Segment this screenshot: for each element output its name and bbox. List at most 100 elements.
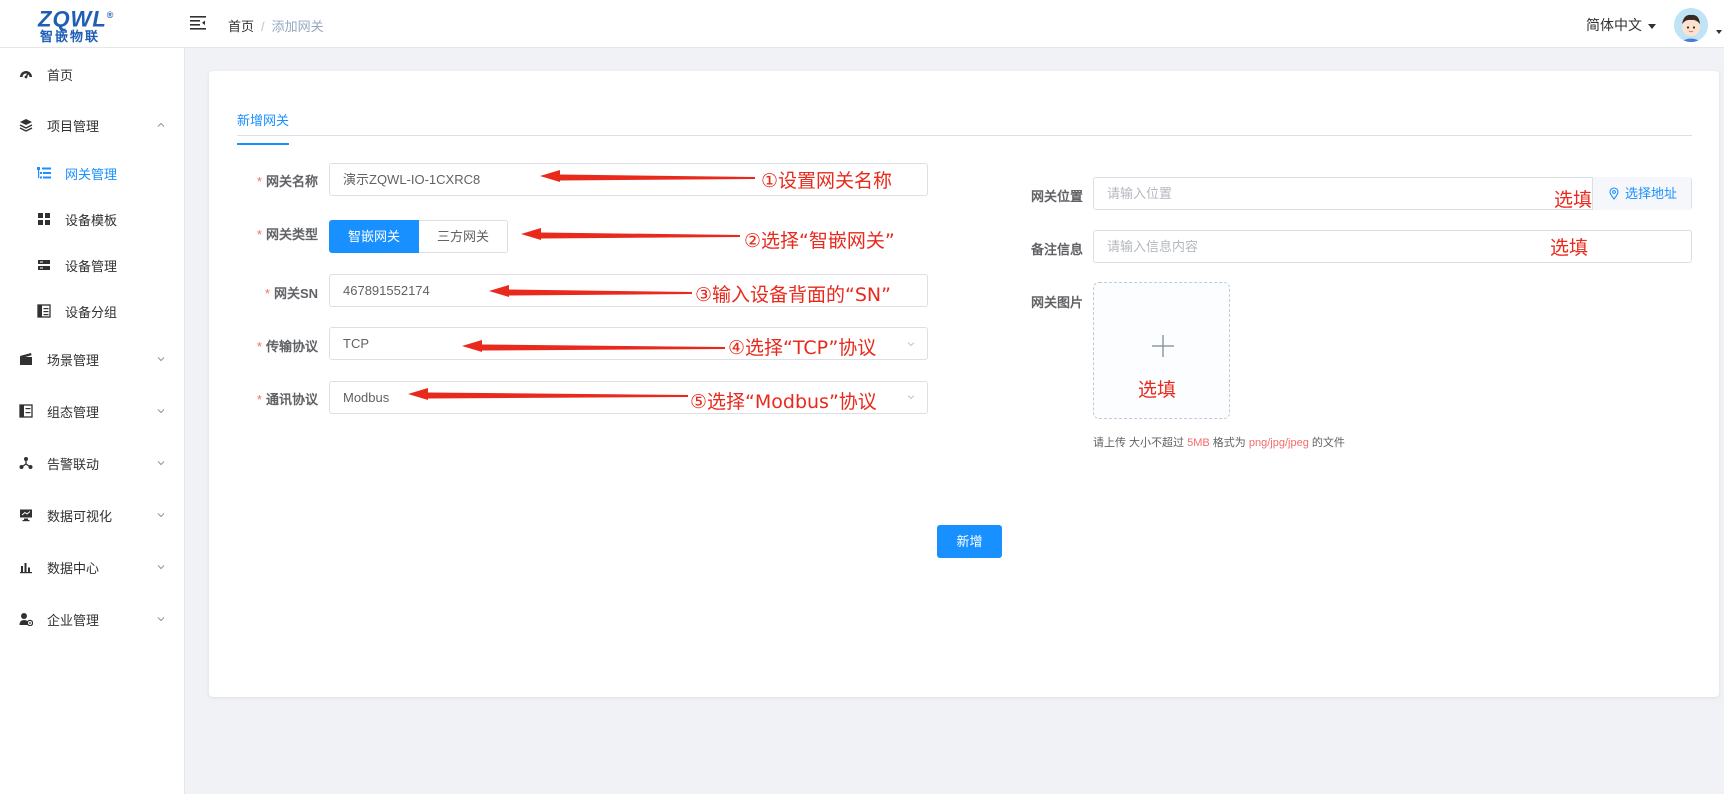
required-mark: * (256, 227, 262, 242)
sidebar-item-label: 数据可视化 (47, 508, 113, 524)
brand-logo[interactable]: ZQWL® 智嵌物联 (38, 4, 118, 44)
breadcrumb-current: 添加网关 (271, 19, 324, 34)
sidebar-item-device-group[interactable]: 设备分组 (0, 291, 185, 331)
gateway-sn-label-text: 网关SN (273, 286, 318, 301)
language-selector[interactable]: 简体中文 (1586, 15, 1656, 35)
sidebar-item-label: 企业管理 (47, 612, 100, 628)
required-mark: * (256, 339, 262, 354)
annotation-step-4: ④选择“TCP”协议 (728, 337, 877, 359)
annotation-step-2: ②选择“智嵌网关” (744, 230, 895, 252)
required-mark: * (256, 174, 262, 189)
language-label: 简体中文 (1586, 17, 1642, 33)
sidebar-item-label: 项目管理 (47, 118, 100, 134)
sidebar-item-visualization[interactable]: 数据可视化 (0, 495, 185, 535)
layers-icon (19, 119, 33, 132)
sidebar-item-gateway[interactable]: 网关管理 (0, 153, 185, 193)
chevron-down-icon (157, 617, 165, 622)
gateway-type-zqwl-button[interactable]: 智嵌网关 (329, 220, 419, 253)
logo-text: ZQWL (38, 6, 107, 32)
bar-chart-icon (20, 563, 32, 574)
remark-label: 备注信息 (1030, 242, 1083, 257)
server-icon (38, 260, 50, 270)
dashboard-icon (20, 71, 32, 79)
breadcrumb-home[interactable]: 首页 (228, 19, 254, 34)
sidebar-item-device[interactable]: 设备管理 (0, 245, 185, 285)
grid-icon (38, 213, 50, 225)
chevron-down-icon (157, 357, 165, 362)
sidebar-item-label: 设备模板 (65, 212, 118, 228)
sidebar-item-home[interactable]: 首页 (0, 54, 185, 94)
gateway-name-label: * 网关名称 (248, 171, 318, 190)
sidebar-item-project[interactable]: 项目管理 (0, 105, 185, 145)
comm-protocol-label: * 通讯协议 (248, 389, 318, 408)
sidebar-item-label: 组态管理 (47, 404, 100, 420)
sidebar-item-label: 网关管理 (65, 166, 118, 182)
sidebar-item-data-center[interactable]: 数据中心 (0, 547, 185, 587)
upload-formats: png/jpg/jpeg (1248, 437, 1309, 449)
sidebar-item-label: 首页 (47, 67, 74, 83)
chevron-up-icon (157, 122, 165, 127)
logo-subtitle: 智嵌物联 (40, 29, 101, 45)
list-tree-icon (37, 167, 51, 179)
chevron-down-icon[interactable] (907, 393, 915, 401)
required-mark: * (264, 286, 270, 301)
tab-add-gateway[interactable]: 新增网关 (237, 110, 290, 145)
breadcrumb: 首页 / 添加网关 (228, 16, 324, 35)
clapperboard-icon (20, 353, 32, 365)
avatar-caret-icon[interactable] (1716, 30, 1722, 34)
comm-protocol-label-text: 通讯协议 (265, 392, 318, 407)
annotation-step-1: ①设置网关名称 (761, 170, 893, 192)
annotation-optional-location: 选填 (1554, 189, 1593, 211)
remark-input[interactable]: 请输入信息内容 (1093, 230, 1692, 263)
breadcrumb-separator: / (261, 19, 265, 34)
top-header: ZQWL® 智嵌物联 首页 / 添加网关 简体中文 (0, 0, 1724, 48)
gateway-type-third-party-button[interactable]: 三方网关 (419, 220, 508, 253)
sidebar-item-label: 设备管理 (65, 258, 118, 274)
sidebar-item-label: 设备分组 (65, 304, 118, 320)
transport-protocol-label: * 传输协议 (248, 336, 318, 355)
annotation-optional-remark: 选填 (1550, 237, 1589, 259)
config-icon (19, 404, 33, 418)
annotation-step-5: ⑤选择“Modbus”协议 (690, 391, 877, 413)
annotation-optional-image: 选填 (1138, 379, 1177, 401)
gateway-name-label-text: 网关名称 (265, 174, 318, 189)
required-mark: * (256, 392, 262, 407)
gateway-location-label: 网关位置 (1030, 189, 1083, 204)
sidebar: 首页 项目管理 网关管理 设备模板 设备管理 设备分组 场景管理 组态管理 告警… (0, 48, 185, 794)
chevron-down-icon (157, 409, 165, 414)
avatar-face-icon (1674, 8, 1708, 42)
sidebar-item-label: 场景管理 (47, 352, 100, 368)
location-pin-icon (1609, 187, 1619, 200)
upload-tip-prefix: 请上传 大小不超过 (1093, 437, 1188, 449)
sidebar-item-scene[interactable]: 场景管理 (0, 339, 185, 379)
gateway-type-label: * 网关类型 (248, 224, 318, 243)
choose-address-button[interactable]: 选择地址 (1592, 177, 1691, 210)
gateway-sn-label: * 网关SN (248, 283, 318, 302)
sidebar-item-alarm[interactable]: 告警联动 (0, 443, 185, 483)
sidebar-item-label: 数据中心 (47, 560, 100, 576)
logo-registered-mark: ® (106, 10, 115, 20)
nodes-icon (19, 457, 33, 469)
gateway-type-label-text: 网关类型 (265, 227, 318, 242)
sidebar-item-label: 告警联动 (47, 456, 100, 472)
sidebar-item-enterprise[interactable]: 企业管理 (0, 599, 185, 639)
sidebar-item-configuration[interactable]: 组态管理 (0, 391, 185, 431)
upload-tip-mid: 格式为 (1209, 437, 1249, 449)
menu-toggle-icon[interactable] (190, 16, 206, 30)
chevron-down-icon (157, 461, 165, 466)
caret-down-icon (1648, 23, 1656, 29)
gateway-image-label: 网关图片 (1030, 295, 1083, 310)
user-gear-icon (19, 613, 33, 626)
sidebar-item-device-template[interactable]: 设备模板 (0, 199, 185, 239)
chevron-down-icon (157, 513, 165, 518)
upload-tip-suffix: 的文件 (1308, 437, 1345, 449)
chevron-down-icon (157, 565, 165, 570)
annotation-step-3: ③输入设备背面的“SN” (695, 284, 891, 306)
monitor-icon (20, 509, 32, 522)
upload-tip: 请上传 大小不超过 5MB 格式为 png/jpg/jpeg 的文件 (1093, 434, 1345, 450)
user-avatar[interactable] (1674, 8, 1708, 42)
plus-icon (1152, 335, 1174, 357)
chevron-down-icon[interactable] (907, 340, 915, 348)
upload-size-limit: 5MB (1187, 437, 1210, 449)
submit-add-button[interactable]: 新增 (937, 525, 1002, 558)
